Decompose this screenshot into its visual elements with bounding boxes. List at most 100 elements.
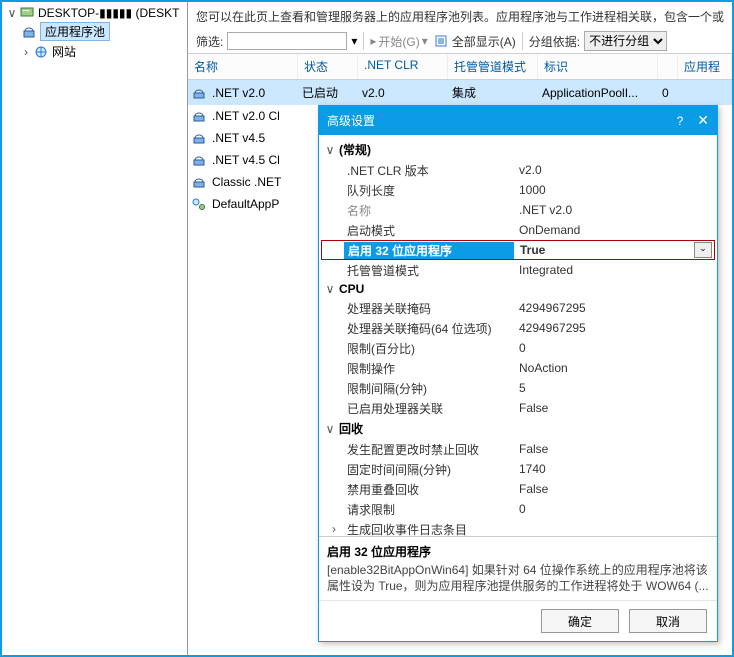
property-row[interactable]: 启用 32 位应用程序True⌄ (321, 240, 715, 260)
group-general[interactable]: ∨(常规) (321, 139, 715, 160)
property-value[interactable]: v2.0 (513, 163, 715, 177)
collapse-icon: ∨ (321, 282, 339, 296)
property-row[interactable]: 限制操作NoAction (321, 358, 715, 378)
property-key: 请求限制 (343, 501, 513, 518)
help-icon[interactable]: ? (677, 114, 684, 128)
property-row[interactable]: 禁用重叠回收False (321, 479, 715, 499)
ok-button[interactable]: 确定 (541, 609, 619, 633)
tree-sites-label: 网站 (52, 43, 76, 60)
group-cpu[interactable]: ∨CPU (321, 280, 715, 298)
main-panel: 您可以在此页上查看和管理服务器上的应用程序池列表。应用程序池与工作进程相关联，包… (188, 2, 732, 655)
property-row[interactable]: 托管管道模式Integrated (321, 260, 715, 280)
col-pipe[interactable]: 托管管道模式 (448, 54, 538, 79)
cell-cnt: 0 (656, 84, 676, 102)
pool-icon (192, 153, 206, 167)
cell-status: 已启动 (296, 82, 356, 103)
property-row[interactable]: 名称.NET v2.0 (321, 200, 715, 220)
col-id[interactable]: 标识 (538, 54, 658, 79)
col-name[interactable]: 名称 (188, 54, 298, 79)
property-row[interactable]: .NET CLR 版本v2.0 (321, 160, 715, 180)
cell-name: .NET v2.0 (206, 84, 296, 102)
property-key: 已启用处理器关联 (343, 400, 513, 417)
advanced-settings-dialog: 高级设置 ? ✕ ∨(常规) .NET CLR 版本v2.0队列长度1000名称… (318, 105, 718, 642)
dialog-titlebar: 高级设置 ? ✕ (319, 106, 717, 135)
property-key: 托管管道模式 (343, 262, 513, 279)
pool-icon (192, 131, 206, 145)
property-row[interactable]: 发生配置更改时禁止回收False (321, 439, 715, 459)
property-key: 处理器关联掩码 (343, 300, 513, 317)
property-key: 启用 32 位应用程序 (344, 242, 514, 259)
property-value[interactable]: False (513, 442, 715, 456)
col-status[interactable]: 状态 (298, 54, 358, 79)
cell-id: ApplicationPoolI... (536, 84, 656, 102)
property-row[interactable]: 请求限制0 (321, 499, 715, 519)
server-icon (20, 6, 34, 20)
tree-server-node[interactable]: ∨ DESKTOP-▮▮▮▮▮ (DESKT (2, 5, 187, 21)
filter-toolbar: 筛选: ▾ ▸开始(G) ▾ 全部显示(A) 分组依据: 不进行分组 (188, 29, 732, 54)
show-all-button[interactable]: 全部显示(A) (432, 33, 516, 50)
property-key: 生成回收事件日志条目 (343, 521, 513, 536)
groupby-select[interactable]: 不进行分组 (584, 31, 667, 51)
tree-app-pools[interactable]: 应用程序池 (2, 21, 187, 42)
cancel-button[interactable]: 取消 (629, 609, 707, 633)
property-value[interactable]: 1740 (513, 462, 715, 476)
cell-name: .NET v4.5 Cl (206, 151, 296, 169)
expand-icon[interactable]: › (20, 45, 32, 59)
property-row[interactable]: ›生成回收事件日志条目 (321, 519, 715, 536)
groupby-label: 分组依据: (529, 33, 580, 50)
property-value[interactable]: 0 (513, 341, 715, 355)
cell-name: DefaultAppP (206, 195, 296, 213)
filter-input[interactable] (227, 32, 347, 50)
property-value[interactable]: False (513, 482, 715, 496)
property-row[interactable]: 处理器关联掩码(64 位选项)4294967295 (321, 318, 715, 338)
property-key: 禁用重叠回收 (343, 481, 513, 498)
pool-icon (192, 175, 206, 189)
pool-icon (192, 197, 206, 211)
col-cnt[interactable] (658, 54, 678, 79)
property-key: 限制操作 (343, 360, 513, 377)
property-key: 固定时间间隔(分钟) (343, 461, 513, 478)
filter-label: 筛选: (196, 33, 223, 50)
collapse-icon: ∨ (321, 422, 339, 436)
start-button[interactable]: ▸开始(G) ▾ (370, 33, 427, 50)
property-key: 限制间隔(分钟) (343, 380, 513, 397)
property-value[interactable]: OnDemand (513, 223, 715, 237)
table-row[interactable]: .NET v2.0已启动v2.0集成ApplicationPoolI...0 (188, 80, 732, 105)
play-icon: ▸ (370, 34, 376, 48)
property-row[interactable]: 限制(百分比)0 (321, 338, 715, 358)
description-title: 启用 32 位应用程序 (327, 543, 709, 560)
property-value[interactable]: 4294967295 (513, 321, 715, 335)
property-value[interactable]: NoAction (513, 361, 715, 375)
property-value[interactable]: Integrated (513, 263, 715, 277)
close-icon[interactable]: ✕ (697, 112, 709, 129)
property-value[interactable]: True (514, 243, 694, 257)
col-app[interactable]: 应用程 (678, 54, 732, 79)
dropdown-icon[interactable]: ⌄ (694, 242, 712, 258)
tree-sites[interactable]: › 网站 (2, 42, 187, 61)
dropdown-icon[interactable]: ▾ (351, 34, 357, 48)
property-row[interactable]: 限制间隔(分钟)5 (321, 378, 715, 398)
property-key: 名称 (343, 202, 513, 219)
property-value[interactable]: 4294967295 (513, 301, 715, 315)
property-row[interactable]: 启动模式OnDemand (321, 220, 715, 240)
property-value[interactable]: False (513, 401, 715, 415)
description-body: [enable32BitAppOnWin64] 如果针对 64 位操作系统上的应… (327, 562, 709, 594)
collapse-icon[interactable]: ∨ (6, 6, 18, 20)
description-pane: 启用 32 位应用程序 [enable32BitAppOnWin64] 如果针对… (319, 536, 717, 600)
property-value[interactable]: 1000 (513, 183, 715, 197)
dialog-buttons: 确定 取消 (319, 600, 717, 641)
property-row[interactable]: 已启用处理器关联False (321, 398, 715, 418)
cell-name: Classic .NET (206, 173, 296, 191)
property-key: 限制(百分比) (343, 340, 513, 357)
property-value[interactable]: 0 (513, 502, 715, 516)
property-row[interactable]: 固定时间间隔(分钟)1740 (321, 459, 715, 479)
expand-icon[interactable]: › (325, 522, 343, 536)
group-recycle[interactable]: ∨回收 (321, 418, 715, 439)
property-value[interactable]: 5 (513, 381, 715, 395)
property-value[interactable]: .NET v2.0 (513, 203, 715, 217)
property-row[interactable]: 处理器关联掩码4294967295 (321, 298, 715, 318)
cell-name: .NET v2.0 Cl (206, 107, 296, 125)
cell-clr: v2.0 (356, 84, 446, 102)
col-clr[interactable]: .NET CLR (358, 54, 448, 79)
property-row[interactable]: 队列长度1000 (321, 180, 715, 200)
